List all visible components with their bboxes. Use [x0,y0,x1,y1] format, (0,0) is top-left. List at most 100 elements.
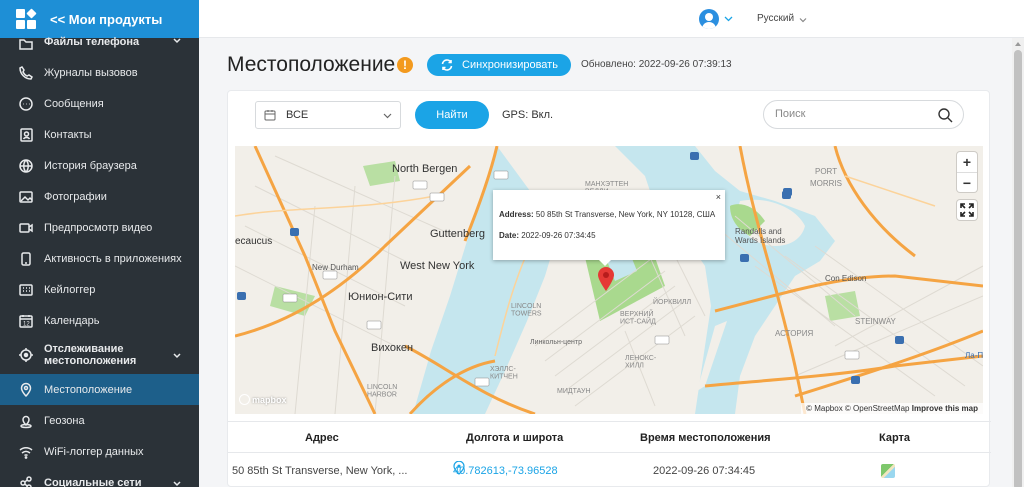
sidebar-item-label: Журналы вызовов [44,66,138,79]
sidebar-item-calendar[interactable]: 12 Календарь [0,305,199,336]
sidebar-item-label: Кейлоггер [44,283,96,296]
sidebar-item-label: Отслеживание местоположения [44,343,137,367]
sidebar-item-label: Геозона [44,414,85,427]
popup-date-row: Date: 2022-09-26 07:34:45 [499,231,596,240]
map-label: Con Edison [825,274,866,283]
map-view[interactable]: North Bergen Guttenberg West New York Юн… [235,146,983,414]
globe-icon [18,158,34,174]
sync-button[interactable]: Синхронизировать [427,54,571,76]
sidebar-item-contacts[interactable]: Контакты [0,119,199,150]
coords-link[interactable]: 40.782613,-73.96528 [453,461,558,477]
search-box [763,100,964,129]
cell-address: 50 85th St Transverse, New York, ... [232,465,408,477]
language-selector[interactable]: Русский [757,13,794,24]
scroll-up-arrow-icon[interactable] [1015,42,1021,46]
map-label: MORRIS [810,179,842,188]
apps-logo-icon [16,8,37,29]
sidebar-item-location[interactable]: Местоположение [0,374,199,405]
sidebar-item-label: Сообщения [44,97,104,110]
sidebar-item-video-preview[interactable]: Предпросмотр видео [0,212,199,243]
avatar[interactable] [699,9,719,29]
sidebar-item-wifi-logger[interactable]: WiFi-логгер данных [0,436,199,467]
map-label: ecaucus [235,236,272,247]
sidebar-item-location-tracking[interactable]: Отслеживание местоположения [0,336,199,374]
calendar-icon: 12 [18,313,34,329]
sidebar-item-photos[interactable]: Фотографии [0,181,199,212]
social-icon [18,475,34,487]
image-icon [18,189,34,205]
sidebar-item-label: Местоположение [44,383,133,396]
coords-text: 40.782613,-73.96528 [453,465,558,477]
popup-address-row: Address: 50 85th St Transverse, New York… [499,210,715,219]
table-row: 50 85th St Transverse, New York, ... 40.… [228,461,991,487]
sidebar-item-phone-files[interactable]: Файлы телефона [0,36,199,50]
sidebar-item-app-activity[interactable]: Активность в приложениях [0,243,199,274]
sidebar-item-label: WiFi-логгер данных [44,445,144,458]
sync-button-label: Синхронизировать [462,59,558,71]
cell-time: 2022-09-26 07:34:45 [653,465,756,477]
filter-select[interactable]: ВСЕ [255,101,401,129]
sidebar-item-geofence[interactable]: Геозона [0,405,199,436]
attribution-text[interactable]: © Mapbox © OpenStreetMap [806,404,909,413]
gps-status: GPS: Вкл. [502,109,554,121]
mapbox-logo[interactable]: mapbox [239,394,287,405]
sidebar-item-keylogger[interactable]: Кейлоггер [0,274,199,305]
map-thumbnail-icon[interactable] [881,464,895,478]
last-updated-text: Обновлено: 2022-09-26 07:39:13 [581,59,732,70]
map-label: АСТОРИЯ [775,329,814,338]
sidebar-item-label: Предпросмотр видео [44,221,153,234]
map-label: LINCOLN TOWERS [511,303,542,318]
warning-icon[interactable]: ! [397,57,413,73]
zoom-in-button[interactable]: + [957,152,977,172]
sidebar-item-social-networks[interactable]: Социальные сети [0,467,199,487]
sidebar-item-messages[interactable]: Сообщения [0,88,199,119]
page-scrollbar[interactable] [1012,38,1024,487]
improve-map-link[interactable]: Improve this map [912,404,978,413]
map-label: ХЭЛЛС-КИТЧЕН [490,366,518,381]
sidebar-item-call-logs[interactable]: Журналы вызовов [0,57,199,88]
zoom-out-button[interactable]: − [957,172,977,192]
map-label: Randalls and Wards Islands [735,227,785,245]
popup-date-value: 2022-09-26 07:34:45 [521,231,596,240]
chevron-down-icon [383,113,392,119]
map-label: LINCOLN HARBOR [367,384,397,399]
fullscreen-button[interactable] [957,200,977,220]
sync-icon [441,59,453,71]
my-products-link[interactable]: << Мои продукты [50,12,162,27]
map-marker-icon[interactable] [597,266,615,292]
map-label: New Durham [312,263,359,272]
map-label: Guttenberg [430,228,485,240]
sidebar-item-label: Активность в приложениях [44,252,182,265]
sidebar-item-label: Контакты [44,128,92,141]
column-header-time: Время местоположения [640,432,771,444]
search-icon[interactable] [937,107,953,123]
chevron-down-icon [173,36,181,44]
sidebar-item-browser-history[interactable]: История браузера [0,150,199,181]
chevron-down-icon[interactable] [724,14,733,23]
scrollbar-thumb[interactable] [1014,50,1022,487]
map-label: West New York [400,260,475,272]
sidebar: << Мои продукты Файлы телефона Журналы в… [0,0,199,487]
map-label: ЙОРКВИЛЛ [653,297,692,306]
column-header-map: Карта [879,432,911,444]
find-button[interactable]: Найти [415,101,489,129]
apps-icon [18,251,34,267]
map-label: Юнион-Сити [348,291,412,303]
map-label: PORT [815,167,837,176]
location-card: ВСЕ Найти GPS: Вкл. Поиск North Bergen G… [227,90,991,487]
geofence-icon [18,413,34,429]
map-label: ВЕРХНИЙ ИСТ-САЙД [620,309,656,326]
sidebar-item-label: Календарь [44,314,100,327]
sidebar-header[interactable]: << Мои продукты [0,0,199,38]
top-bar [199,0,1024,38]
search-input[interactable] [775,108,925,120]
popup-address-label: Address: [499,210,534,219]
popup-close-button[interactable]: × [716,192,721,202]
chat-icon [18,96,34,112]
location-pin-icon [18,382,34,398]
chevron-down-icon[interactable] [799,16,807,24]
map-label: North Bergen [392,163,457,175]
sidebar-item-label: Фотографии [44,190,107,203]
table-header: Адрес Долгота и широта Время местоположе… [228,421,991,453]
map-label: Ла-П [965,351,983,360]
